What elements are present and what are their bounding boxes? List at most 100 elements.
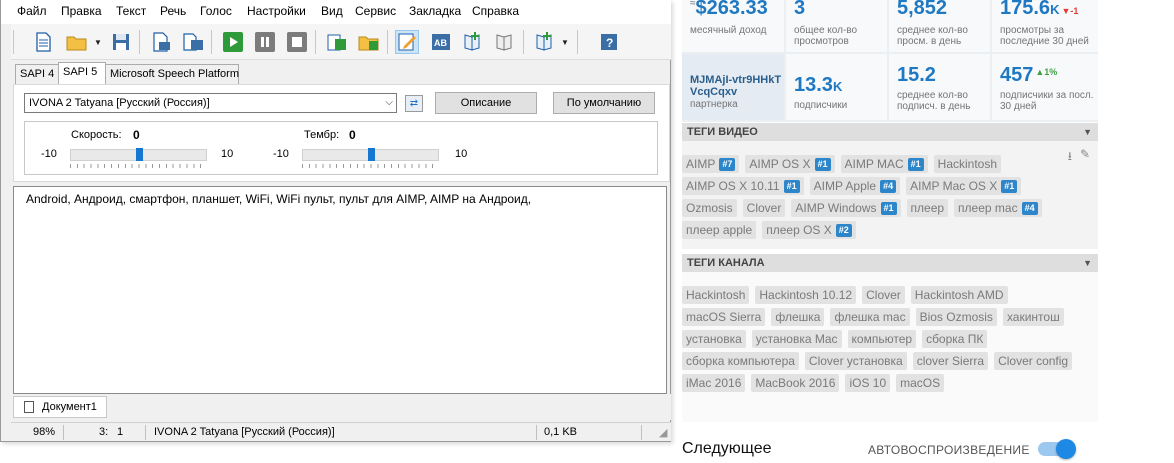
dropdown-arrow-icon[interactable]: ▼ xyxy=(561,38,569,47)
tag[interactable]: macOS Sierra xyxy=(682,308,766,326)
batch-export-icon[interactable] xyxy=(181,30,205,54)
video-tags-header[interactable]: ТЕГИ ВИДЕО ▼ xyxy=(682,123,1098,141)
pitch-ticks xyxy=(302,164,439,168)
save-icon[interactable] xyxy=(109,30,133,54)
open-folder-icon[interactable] xyxy=(63,30,91,54)
tag[interactable]: плеер OS X #2 xyxy=(762,221,856,239)
menu-edit[interactable]: Правка xyxy=(61,4,102,18)
rank-badge: #4 xyxy=(1021,202,1038,215)
stat-label: подписчики xyxy=(794,100,848,111)
read-clipboard-icon[interactable] xyxy=(325,30,349,54)
tag[interactable]: iMac 2016 xyxy=(682,374,746,392)
editor-content[interactable]: Android, Андроид, смартфон, планшет, WiF… xyxy=(26,192,531,206)
pitch-slider-thumb[interactable] xyxy=(367,148,375,161)
voice-select[interactable]: IVONA 2 Tatyana [Русский (Россия)] ⌵ xyxy=(24,93,397,113)
new-document-icon[interactable] xyxy=(31,30,55,54)
menu-text[interactable]: Текст xyxy=(116,4,146,18)
tag[interactable]: хакинтош xyxy=(1002,308,1064,326)
add-voice-icon[interactable] xyxy=(533,30,557,54)
toggle-knob[interactable] xyxy=(1056,439,1076,459)
menu-service[interactable]: Сервис xyxy=(355,4,396,18)
tag-text: iOS 10 xyxy=(849,376,887,390)
add-bookmark-icon[interactable] xyxy=(461,30,485,54)
autoplay-toggle[interactable] xyxy=(1038,439,1076,459)
channel-tags-header[interactable]: ТЕГИ КАНАЛА ▼ xyxy=(682,254,1098,272)
tag[interactable]: установка xyxy=(682,330,746,348)
dropdown-arrow-icon[interactable]: ▼ xyxy=(94,38,102,47)
tag[interactable]: AIMP #7 xyxy=(682,155,740,173)
voice-select-value: IVONA 2 Tatyana [Русский (Россия)] xyxy=(29,97,210,109)
document-tab[interactable]: Документ1 xyxy=(13,396,107,418)
text-editor[interactable]: Android, Андроид, смартфон, планшет, WiF… xyxy=(13,186,667,394)
tab-sapi4[interactable]: SAPI 4 xyxy=(15,64,59,84)
play-icon[interactable] xyxy=(221,30,245,54)
speed-max: 10 xyxy=(221,148,234,160)
tag-text: хакинтош xyxy=(1006,310,1060,324)
tag-text: AIMP xyxy=(686,157,716,171)
bookmarks-icon[interactable] xyxy=(493,30,517,54)
tag[interactable]: iOS 10 xyxy=(845,374,891,392)
tag[interactable]: clover Sierra xyxy=(912,352,989,370)
tab-ms-speech-platform[interactable]: Microsoft Speech Platform xyxy=(105,64,239,84)
stop-icon[interactable] xyxy=(285,30,309,54)
export-audio-icon[interactable] xyxy=(149,30,173,54)
speed-slider-thumb[interactable] xyxy=(135,148,143,161)
chevron-down-icon[interactable]: ⌵ xyxy=(385,94,393,112)
tag[interactable]: macOS xyxy=(896,374,945,392)
tag-text: MacBook 2016 xyxy=(755,376,836,390)
tag[interactable]: Hackintosh 10.12 xyxy=(755,286,857,304)
tag[interactable]: AIMP Apple #4 xyxy=(809,177,901,195)
menu-help[interactable]: Справка xyxy=(472,4,519,18)
edit-text-icon[interactable] xyxy=(395,30,419,54)
tag[interactable]: MacBook 2016 xyxy=(751,374,840,392)
menu-view[interactable]: Вид xyxy=(321,4,343,18)
tag[interactable]: компьютер xyxy=(847,330,917,348)
stat-value: 175.6 xyxy=(1000,0,1051,19)
tag[interactable]: Clover xyxy=(742,199,786,217)
tag[interactable]: AIMP MAC #1 xyxy=(840,155,928,173)
tag[interactable]: AIMP Mac OS X #1 xyxy=(906,177,1022,195)
tag[interactable]: флешка xyxy=(771,308,825,326)
toolbar-separator xyxy=(139,30,140,54)
refresh-voices-icon[interactable]: ⇄ xyxy=(405,95,423,112)
tag[interactable]: Hackintosh xyxy=(682,286,750,304)
tag[interactable]: AIMP Windows #1 xyxy=(791,199,901,217)
default-button[interactable]: По умолчанию xyxy=(553,92,655,114)
tag[interactable]: Bios Ozmosis xyxy=(915,308,997,326)
tag[interactable]: плеер mac #4 xyxy=(954,199,1042,217)
tag[interactable]: Clover xyxy=(862,286,905,304)
tag-text: AIMP Apple xyxy=(813,179,877,193)
menu-settings[interactable]: Настройки xyxy=(247,4,306,18)
describe-button[interactable]: Описание xyxy=(435,92,537,114)
tag[interactable]: сборка ПК xyxy=(922,330,988,348)
status-size: 0,1 KB xyxy=(544,426,578,438)
collapse-icon[interactable]: ▼ xyxy=(1083,254,1092,272)
spelling-icon[interactable]: AB xyxy=(429,30,453,54)
menu-file[interactable]: Файл xyxy=(17,4,47,18)
help-icon[interactable]: ? xyxy=(597,30,621,54)
tag[interactable]: Clover установка xyxy=(804,352,907,370)
menu-bookmark[interactable]: Закладка xyxy=(409,4,461,18)
read-file-icon[interactable] xyxy=(357,30,381,54)
tag[interactable]: AIMP OS X 10.11 #1 xyxy=(682,177,804,195)
tag[interactable]: Ozmosis xyxy=(682,199,737,217)
tag[interactable]: Clover config xyxy=(994,352,1073,370)
pause-icon[interactable] xyxy=(253,30,277,54)
tag-text: AIMP Mac OS X xyxy=(910,179,998,193)
tag-text: установка xyxy=(686,332,742,346)
tag[interactable]: Hackintosh AMD xyxy=(910,286,1008,304)
stat-label: среднее кол-во подписч. в день xyxy=(897,90,971,112)
tag[interactable]: сборка компьютера xyxy=(682,352,799,370)
resize-grip-icon[interactable]: ◢ xyxy=(659,426,667,439)
tag[interactable]: флешка mac xyxy=(830,308,910,326)
tag[interactable]: AIMP OS X #1 xyxy=(745,155,835,173)
collapse-icon[interactable]: ▼ xyxy=(1083,123,1092,141)
tag[interactable]: плеер apple xyxy=(682,221,757,239)
menu-speech[interactable]: Речь xyxy=(160,4,186,18)
rank-badge: #4 xyxy=(880,180,897,193)
menu-voice[interactable]: Голос xyxy=(200,4,232,18)
tag[interactable]: установка Mac xyxy=(751,330,842,348)
tag[interactable]: Hackintosh xyxy=(933,155,1002,173)
tag[interactable]: плеер xyxy=(906,199,949,217)
tab-sapi5[interactable]: SAPI 5 xyxy=(58,62,106,84)
